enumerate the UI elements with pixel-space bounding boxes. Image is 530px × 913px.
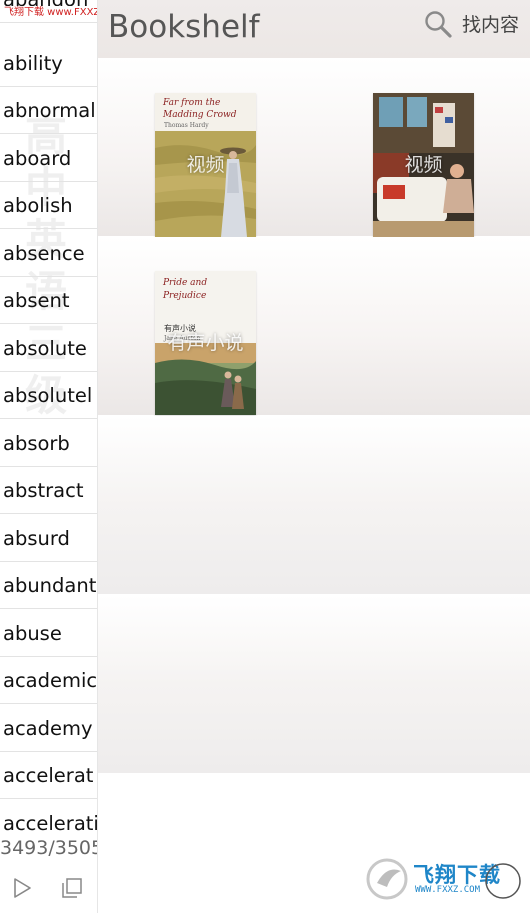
bookshelf-panel: Bookshelf 找内容 Far from the Madding Crowd… [98, 0, 530, 913]
search-content-button[interactable]: 找内容 [462, 10, 519, 40]
word-item[interactable]: abuse [0, 610, 97, 657]
book-far-from-the-madding-crowd[interactable]: Far from the Madding Crowd Thomas Hardy … [155, 93, 256, 237]
word-item[interactable]: academic [0, 657, 97, 704]
book-type-label: 视频 [186, 154, 225, 176]
word-item[interactable]: abolish [0, 182, 97, 229]
header-bar: Bookshelf 找内容 [98, 0, 530, 58]
search-icon[interactable] [423, 9, 453, 39]
play-icon[interactable] [11, 876, 33, 900]
word-item[interactable]: absence [0, 230, 97, 277]
word-item[interactable]: absorb [0, 420, 97, 467]
book-video[interactable]: 视频 [373, 93, 474, 237]
word-item[interactable]: absolute [0, 325, 97, 372]
site-watermark: 飞翔下载 www.FXXZ.com [0, 6, 97, 20]
site-logo-url: WWW.FXXZ.COM [415, 885, 481, 895]
book-pride-and-prejudice[interactable]: Pride and Prejudice 有声小说 Jane Austen 有声小… [155, 271, 256, 415]
book-type-label: 视频 [404, 154, 443, 176]
word-list-panel: 飞翔下载 www.FXXZ.com 高中英语三级 abandon ability… [0, 0, 98, 913]
shelf-row: Pride and Prejudice 有声小说 Jane Austen 有声小… [98, 237, 530, 415]
word-item[interactable]: ability [0, 40, 97, 87]
book-type-label: 有声小说 [167, 332, 244, 354]
word-item[interactable]: academy [0, 705, 97, 752]
site-logo: 飞翔下载 WWW.FXXZ.COM [363, 857, 523, 901]
word-item[interactable]: aboard [0, 135, 97, 182]
shelf-row [98, 416, 530, 594]
shelf-row [98, 595, 530, 773]
word-item[interactable]: abundant [0, 562, 97, 609]
shelf-row: Far from the Madding Crowd Thomas Hardy … [98, 58, 530, 237]
word-item[interactable]: absolutel [0, 372, 97, 419]
word-item[interactable]: absurd [0, 515, 97, 562]
copy-icon[interactable] [61, 877, 83, 899]
word-item[interactable]: accelerati [0, 800, 97, 847]
word-item[interactable]: accelerat [0, 752, 97, 799]
word-item[interactable]: absent [0, 277, 97, 324]
word-item[interactable]: abstract [0, 467, 97, 514]
page-title: Bookshelf [108, 9, 260, 45]
word-item[interactable]: abnormal [0, 87, 97, 134]
